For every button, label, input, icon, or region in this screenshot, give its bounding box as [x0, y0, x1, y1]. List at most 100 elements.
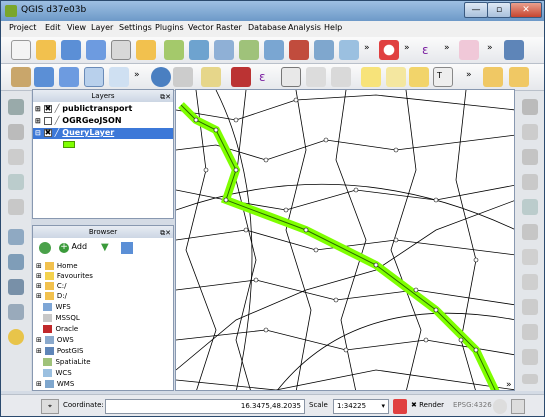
- select-features-icon[interactable]: [201, 67, 221, 87]
- label-icon[interactable]: [483, 67, 503, 87]
- label-pin-icon[interactable]: [509, 67, 529, 87]
- browser-item-favourites[interactable]: ⊞ Favourites: [36, 272, 93, 282]
- menu-vector[interactable]: Vector: [188, 23, 214, 32]
- add-wms-layer-icon[interactable]: [314, 40, 334, 60]
- crs-status[interactable]: EPSG:4326: [453, 399, 492, 414]
- move-feature-icon[interactable]: [8, 174, 24, 190]
- pencil-icon[interactable]: [522, 124, 538, 140]
- menu-edit[interactable]: Edit: [45, 23, 61, 32]
- measure-icon[interactable]: [331, 67, 351, 87]
- epsilon-expression-icon[interactable]: ε: [419, 40, 439, 60]
- node-tool-icon[interactable]: [8, 199, 24, 215]
- pan-to-selection-icon[interactable]: [34, 67, 54, 87]
- add-vector-layer-icon[interactable]: [164, 40, 184, 60]
- add-mssql-layer-icon[interactable]: [264, 40, 284, 60]
- print-composer-icon[interactable]: [111, 40, 131, 60]
- map-scroll-chevron-icon[interactable]: »: [506, 380, 512, 390]
- node-icon[interactable]: [522, 224, 538, 240]
- move-icon[interactable]: [522, 199, 538, 215]
- add-wcs-layer-icon[interactable]: [339, 40, 359, 60]
- open-project-icon[interactable]: [36, 40, 56, 60]
- menu-project[interactable]: Project: [9, 23, 36, 32]
- browser-item-oracle[interactable]: Oracle: [36, 325, 78, 335]
- menu-view[interactable]: View: [67, 23, 86, 32]
- add-raster-icon[interactable]: [8, 254, 24, 270]
- more-chevron-icon[interactable]: »: [131, 67, 151, 87]
- browser-item-mssql[interactable]: MSSQL: [36, 314, 80, 324]
- layer-item-ogrgeojson[interactable]: ⊞ ╱ OGRGeoJSON: [35, 116, 122, 127]
- add-db-icon[interactable]: [8, 279, 24, 295]
- toggle-extents-icon[interactable]: ⌖: [41, 399, 59, 414]
- advanced-digitize-icon[interactable]: [522, 99, 538, 115]
- browser-item-spatialite[interactable]: SpatiaLite: [36, 358, 91, 368]
- deselect-icon[interactable]: [231, 67, 251, 87]
- browser-item-c-drive[interactable]: ⊞ C:/: [36, 282, 66, 292]
- attribute-table-icon[interactable]: [281, 67, 301, 87]
- panel-float-close-icons[interactable]: ⧉✕: [160, 91, 171, 103]
- add-wms-icon[interactable]: [8, 304, 24, 320]
- map-canvas[interactable]: »: [175, 89, 515, 391]
- more-chevron-icon[interactable]: »: [361, 40, 381, 60]
- copy-icon[interactable]: [522, 299, 538, 315]
- add-button[interactable]: + Add: [59, 242, 87, 253]
- run-action-icon[interactable]: [173, 67, 193, 87]
- zoom-out-icon[interactable]: [84, 67, 104, 87]
- browser-item-postgis[interactable]: ⊞ PostGIS: [36, 347, 83, 357]
- browser-item-home[interactable]: ⊞ Home: [36, 262, 78, 272]
- more-chevron-icon[interactable]: »: [484, 40, 504, 60]
- browser-item-wfs[interactable]: WFS: [36, 303, 71, 313]
- layer-visibility-checkbox[interactable]: [43, 116, 52, 125]
- browser-item-d-drive[interactable]: ⊞ D:/: [36, 292, 67, 302]
- digitize-icon[interactable]: [8, 149, 24, 165]
- messages-icon[interactable]: [511, 399, 525, 414]
- add-layer-icon[interactable]: [8, 229, 24, 245]
- save-project-icon[interactable]: [61, 40, 81, 60]
- identify-icon[interactable]: [151, 67, 171, 87]
- panel-float-close-icons[interactable]: ⧉✕: [160, 227, 171, 239]
- menu-analysis[interactable]: Analysis: [288, 23, 321, 32]
- map-tips-icon[interactable]: [361, 67, 381, 87]
- statistics-icon[interactable]: [306, 67, 326, 87]
- scale-combobox[interactable]: 1:34225 ▾: [333, 399, 389, 414]
- new-project-icon[interactable]: [11, 40, 31, 60]
- text-annotation-icon[interactable]: T: [433, 67, 453, 87]
- pan-hand-icon[interactable]: [11, 67, 31, 87]
- browser-item-wcs[interactable]: WCS: [36, 369, 72, 379]
- composer-manager-icon[interactable]: [136, 40, 156, 60]
- menu-layer[interactable]: Layer: [91, 23, 113, 32]
- stop-render-icon[interactable]: [393, 399, 407, 414]
- add-feature-icon[interactable]: [522, 174, 538, 190]
- add-spatialite-layer-icon[interactable]: [239, 40, 259, 60]
- paste-icon[interactable]: [522, 324, 538, 340]
- coordinate-field[interactable]: 16.3475,48.2035: [105, 399, 305, 414]
- python-console-icon[interactable]: [459, 40, 479, 60]
- undo-icon[interactable]: [522, 349, 538, 365]
- add-raster-layer-icon[interactable]: [189, 40, 209, 60]
- menu-help[interactable]: Help: [324, 23, 342, 32]
- zoom-full-icon[interactable]: [109, 67, 129, 87]
- redo-icon[interactable]: [522, 374, 538, 384]
- cut-icon[interactable]: [522, 274, 538, 290]
- layer-visibility-checkbox[interactable]: ✖: [43, 128, 52, 137]
- zoom-in-icon[interactable]: [59, 67, 79, 87]
- more-chevron-icon[interactable]: »: [401, 40, 421, 60]
- toggle-editing-icon[interactable]: [8, 99, 24, 115]
- close-button[interactable]: ✕: [510, 2, 542, 18]
- maximize-button[interactable]: ▫: [487, 2, 511, 18]
- select-by-expression-icon[interactable]: ε: [256, 67, 276, 87]
- add-postgis-layer-icon[interactable]: [214, 40, 234, 60]
- browser-item-wms[interactable]: ⊞ WMS: [36, 380, 74, 390]
- save-as-icon[interactable]: [86, 40, 106, 60]
- pencil-icon[interactable]: [8, 124, 24, 140]
- new-bookmark-icon[interactable]: [386, 67, 406, 87]
- more-chevron-icon[interactable]: »: [463, 67, 483, 87]
- help-lifebuoy-icon[interactable]: [379, 40, 399, 60]
- menu-raster[interactable]: Raster: [216, 23, 242, 32]
- add-oracle-layer-icon[interactable]: [289, 40, 309, 60]
- collapse-all-icon[interactable]: [121, 242, 133, 254]
- render-checkbox[interactable]: ✖ Render: [411, 399, 444, 414]
- db-manager-icon[interactable]: [504, 40, 524, 60]
- add-wfs-icon[interactable]: [8, 329, 24, 345]
- menu-plugins[interactable]: Plugins: [155, 23, 184, 32]
- browser-item-ows[interactable]: ⊞ OWS: [36, 336, 74, 346]
